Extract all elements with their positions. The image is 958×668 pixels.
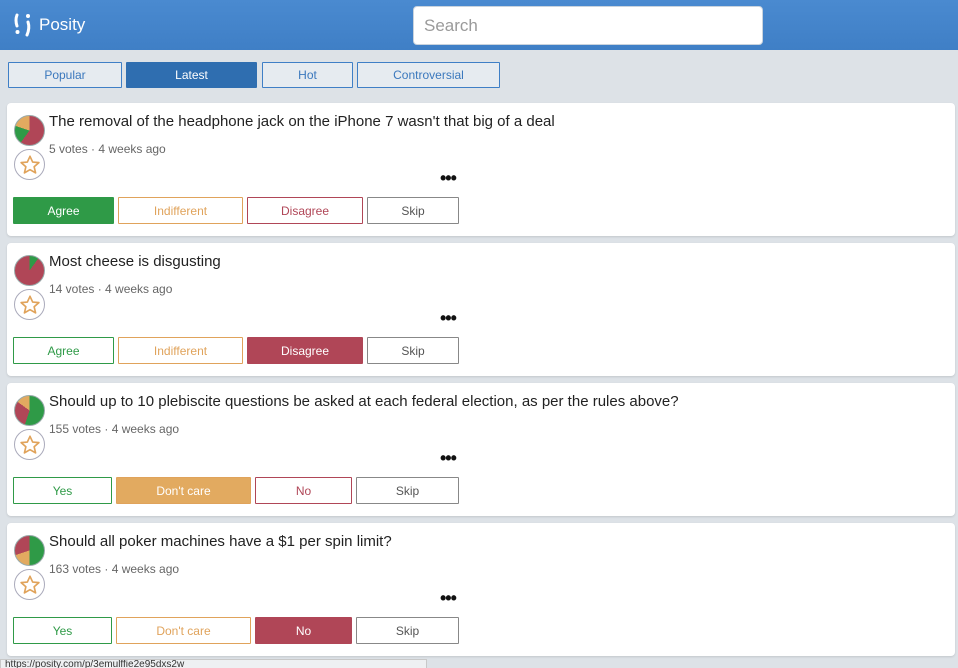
tab-hot[interactable]: Hot xyxy=(262,62,353,88)
skip-button[interactable]: Skip xyxy=(356,617,459,644)
skip-button[interactable]: Skip xyxy=(356,477,459,504)
star-icon[interactable] xyxy=(14,569,45,600)
tab-latest[interactable]: Latest xyxy=(126,62,257,88)
vote-pie-chart-icon xyxy=(14,255,45,286)
star-icon[interactable] xyxy=(14,289,45,320)
link-status-bar: https://posity.com/p/3emulffie2e95dxs2w xyxy=(0,659,427,668)
disagree-button[interactable]: Disagree xyxy=(247,337,363,364)
yes-button[interactable]: Yes xyxy=(13,617,112,644)
question-title[interactable]: Should all poker machines have a $1 per … xyxy=(49,533,392,550)
tab-popular[interactable]: Popular xyxy=(8,62,122,88)
dont-care-button[interactable]: Don't care xyxy=(116,477,251,504)
indifferent-button[interactable]: Indifferent xyxy=(118,337,243,364)
more-options-icon[interactable]: ••• xyxy=(440,309,457,327)
top-navbar: Posity xyxy=(0,0,958,50)
question-meta: 155 votes · 4 weeks ago xyxy=(49,422,180,436)
question-card: Should all poker machines have a $1 per … xyxy=(7,523,955,656)
skip-button[interactable]: Skip xyxy=(367,197,459,224)
tab-controversial[interactable]: Controversial xyxy=(357,62,500,88)
yes-button[interactable]: Yes xyxy=(13,477,112,504)
more-options-icon[interactable]: ••• xyxy=(440,589,457,607)
vote-pie-chart-icon xyxy=(14,115,45,146)
question-title[interactable]: The removal of the headphone jack on the… xyxy=(49,113,555,130)
more-options-icon[interactable]: ••• xyxy=(440,449,457,467)
question-title[interactable]: Most cheese is disgusting xyxy=(49,253,221,270)
dont-care-button[interactable]: Don't care xyxy=(116,617,251,644)
logo[interactable]: Posity xyxy=(14,12,85,38)
agree-button[interactable]: Agree xyxy=(13,197,114,224)
search-input[interactable] xyxy=(413,6,763,45)
question-meta: 163 votes · 4 weeks ago xyxy=(49,562,180,576)
more-options-icon[interactable]: ••• xyxy=(440,169,457,187)
no-button[interactable]: No xyxy=(255,477,352,504)
posity-logo-icon xyxy=(14,12,36,38)
indifferent-button[interactable]: Indifferent xyxy=(118,197,243,224)
question-meta: 14 votes · 4 weeks ago xyxy=(49,282,173,296)
vote-pie-chart-icon xyxy=(14,395,45,426)
question-card: Most cheese is disgusting 14 votes · 4 w… xyxy=(7,243,955,376)
question-card: Should up to 10 plebiscite questions be … xyxy=(7,383,955,516)
skip-button[interactable]: Skip xyxy=(367,337,459,364)
agree-button[interactable]: Agree xyxy=(13,337,114,364)
question-title[interactable]: Should up to 10 plebiscite questions be … xyxy=(49,393,679,410)
vote-pie-chart-icon xyxy=(14,535,45,566)
star-icon[interactable] xyxy=(14,429,45,460)
star-icon[interactable] xyxy=(14,149,45,180)
disagree-button[interactable]: Disagree xyxy=(247,197,363,224)
question-card: The removal of the headphone jack on the… xyxy=(7,103,955,236)
app-name: Posity xyxy=(39,15,86,34)
no-button[interactable]: No xyxy=(255,617,352,644)
question-meta: 5 votes · 4 weeks ago xyxy=(49,142,166,156)
